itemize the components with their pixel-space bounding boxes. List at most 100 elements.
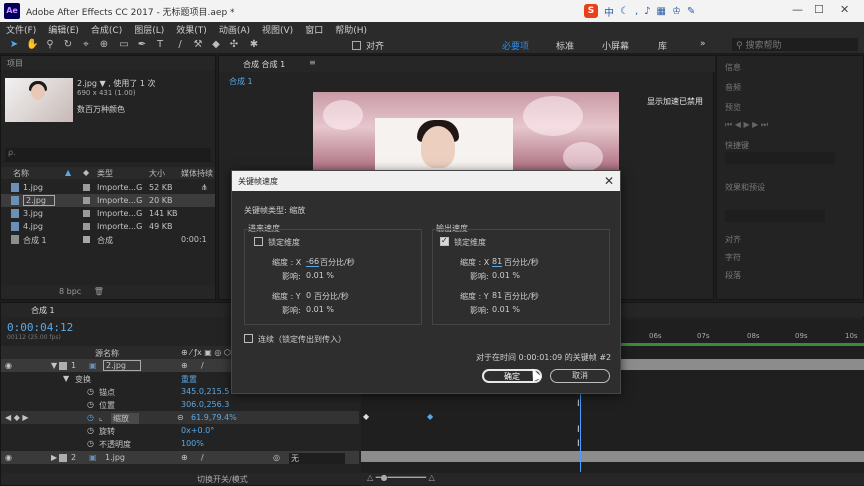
continuous-checkbox[interactable] [244,334,253,343]
close-button[interactable]: ✕ [840,3,849,16]
pen-tool-icon[interactable]: ✒ [136,39,148,51]
column-duration[interactable]: 媒体持续 [181,168,213,179]
shirt-icon[interactable]: ♔ [672,6,681,17]
hand-tool-icon[interactable]: ✋ [26,39,38,51]
property-row[interactable]: ◷ 旋转 0x+0.0° [1,424,359,437]
opacity-value[interactable]: 100% [181,439,204,448]
incoming-y-influence[interactable]: 0.01 % [306,305,334,314]
menu-effect[interactable]: 效果(T) [176,23,207,36]
cancel-button[interactable]: 取消 [550,369,610,383]
trash-icon[interactable]: 🗑 [94,287,104,296]
maximize-button[interactable]: ☐ [814,3,824,16]
property-row[interactable]: ◷ 不透明度 100% [1,437,359,450]
bit-depth-label[interactable]: 8 bpc [59,287,81,296]
workspace-essentials[interactable]: 必要项 [502,39,529,52]
reset-link[interactable]: 重置 [181,374,197,385]
menu-icon[interactable]: ≡ [309,58,316,67]
dialog-close-icon[interactable]: ✕ [604,174,614,188]
outgoing-y-influence[interactable]: 0.01 % [492,305,520,314]
menu-edit[interactable]: 编辑(E) [48,23,79,36]
sogou-ime-icon[interactable]: S [584,4,598,18]
parent-select[interactable]: 无 [289,453,345,464]
footage-name[interactable]: 2.jpg ▼ , 使用了 1 次 [77,78,156,89]
anchor-point-value[interactable]: 345.0,215.5 [181,387,229,396]
project-row[interactable]: 合成 1 合成 0:00:1 [1,233,215,246]
timeline-tab[interactable]: 合成 1 [31,305,55,316]
menu-file[interactable]: 文件(F) [6,23,36,36]
wrench-icon[interactable]: ✎ [687,6,695,17]
column-name[interactable]: 名称 [13,168,29,179]
punctuation-icon[interactable]: , [635,6,638,17]
layer-name[interactable]: 2.jpg [103,360,142,371]
shy-switch-icon[interactable]: ⊕ [181,453,188,462]
keyframe-nav-icon[interactable]: ◀ ◆ ▶ [5,413,29,422]
puppet-pin-tool-icon[interactable]: ✱ [248,39,260,51]
stopwatch-icon[interactable]: ◷ [87,387,94,396]
effects-search-input[interactable] [725,210,825,222]
quality-switch-icon[interactable]: / [201,361,204,370]
menu-help[interactable]: 帮助(H) [335,23,367,36]
keyframe-selected-icon[interactable]: ◆ [427,412,433,421]
snap-checkbox[interactable] [352,41,361,50]
column-size[interactable]: 大小 [149,168,165,179]
layer-duration-bar[interactable] [361,451,864,462]
paragraph-panel-label[interactable]: 段落 [725,270,741,281]
project-search-input[interactable]: ρ. [5,148,211,162]
composition-breadcrumb[interactable]: 合成 1 [229,76,253,87]
composition-tab[interactable]: 合成 合成 1 [243,59,285,70]
effects-presets-label[interactable]: 效果和预设 [725,182,765,193]
twirl-open-icon[interactable]: ▼ [63,374,69,383]
project-row[interactable]: 2.jpg Importe...G 20 KB [1,194,215,207]
sort-arrow-icon[interactable]: ▲ [65,168,71,177]
property-row[interactable]: ◷ 位置 306.0,256.3 [1,398,359,411]
label-color-swatch[interactable] [59,362,67,370]
stopwatch-active-icon[interactable]: ◷ [87,413,94,422]
character-panel-label[interactable]: 字符 [725,252,741,263]
twirl-open-icon[interactable]: ▼ [51,361,57,370]
stopwatch-icon[interactable]: ◷ [87,426,94,435]
brush-tool-icon[interactable]: / [174,39,186,51]
label-color-swatch[interactable] [59,454,67,462]
parent-pickwhip-icon[interactable]: ◎ [273,453,280,462]
menu-layer[interactable]: 图层(L) [134,23,164,36]
keyboard-icon[interactable]: ▦ [657,6,666,17]
minimize-button[interactable]: — [792,3,803,16]
visibility-icon[interactable]: ◉ [5,361,12,370]
outgoing-x-speed[interactable]: 81 [492,257,503,267]
outgoing-lock-checkbox[interactable] [440,236,449,246]
project-row[interactable]: 3.jpg Importe...G 141 KB [1,207,215,220]
shy-switch-icon[interactable]: ⊕ [181,361,188,370]
constrain-link-icon[interactable]: ⊝ [177,413,184,422]
zoom-tool-icon[interactable]: ⚲ [44,39,56,51]
preview-controls[interactable]: ⏮ ◀ ▶ ▶ ⏭ [725,120,768,130]
incoming-x-influence[interactable]: 0.01 % [306,271,334,280]
scale-value[interactable]: 61.9,79.4% [191,413,237,422]
outgoing-y-speed[interactable]: 81 [492,291,502,300]
layer-name[interactable]: 1.jpg [105,453,125,462]
stopwatch-icon[interactable]: ◷ [87,400,94,409]
workspace-libraries[interactable]: 库 [658,39,667,52]
menu-animation[interactable]: 动画(A) [219,23,250,36]
incoming-y-speed[interactable]: 0 [306,291,311,300]
ime-mode-label[interactable]: 中 [604,4,614,19]
workspace-standard[interactable]: 标准 [556,39,574,52]
stopwatch-icon[interactable]: ◷ [87,439,94,448]
rotate-tool-icon[interactable]: ↻ [62,39,74,51]
source-name-column[interactable]: 源名称 [95,348,119,359]
shortcut-select[interactable] [725,152,835,164]
project-tab[interactable]: 项目 [1,56,215,70]
toggle-switches-modes[interactable]: 切换开关/模式 [197,474,248,485]
align-panel-label[interactable]: 对齐 [725,234,741,245]
project-row[interactable]: 4.jpg Importe...G 49 KB [1,220,215,233]
search-help-input[interactable]: ⚲ 搜索帮助 [732,38,858,51]
menu-view[interactable]: 视图(V) [262,23,293,36]
clone-stamp-tool-icon[interactable]: ⚒ [192,39,204,51]
incoming-x-speed[interactable]: -66 [306,257,320,267]
label-column-icon[interactable]: ◆ [83,168,89,177]
visibility-icon[interactable]: ◉ [5,453,12,462]
workspace-overflow-icon[interactable]: » [700,39,706,49]
moon-icon[interactable]: ☾ [620,6,629,17]
menu-composition[interactable]: 合成(C) [91,23,122,36]
type-tool-icon[interactable]: T [154,39,166,51]
twirl-closed-icon[interactable]: ▶ [51,453,57,462]
